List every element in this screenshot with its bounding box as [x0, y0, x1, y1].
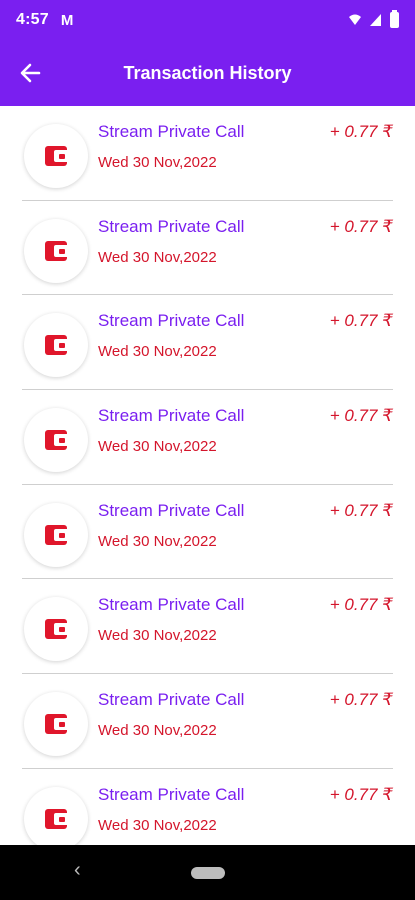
status-time: 4:57 — [16, 11, 49, 28]
wallet-icon — [45, 524, 67, 545]
transaction-amount: + 0.77 ₹ — [329, 690, 393, 710]
transaction-row[interactable]: Stream Private Call Wed 30 Nov,2022 + 0.… — [22, 769, 393, 845]
wallet-icon-circle — [24, 786, 88, 845]
transaction-row[interactable]: Stream Private Call Wed 30 Nov,2022 + 0.… — [22, 390, 393, 485]
transaction-row[interactable]: Stream Private Call Wed 30 Nov,2022 + 0.… — [22, 674, 393, 769]
status-bar: 4:57 M — [0, 0, 415, 40]
wallet-icon-circle — [24, 218, 88, 283]
transaction-date: Wed 30 Nov,2022 — [98, 532, 217, 550]
wallet-icon — [45, 714, 67, 735]
app-bar: Transaction History — [0, 40, 415, 106]
transaction-list[interactable]: Stream Private Call Wed 30 Nov,2022 + 0.… — [0, 106, 415, 845]
transaction-title: Stream Private Call — [98, 406, 245, 426]
wallet-icon — [45, 240, 67, 261]
arrow-back-icon — [20, 63, 41, 83]
transaction-date: Wed 30 Nov,2022 — [98, 343, 217, 361]
transaction-amount: + 0.77 ₹ — [329, 784, 393, 804]
transaction-title: Stream Private Call — [98, 122, 245, 141]
transaction-amount: + 0.77 ₹ — [329, 216, 393, 236]
transaction-amount: + 0.77 ₹ — [329, 500, 393, 520]
transaction-date: Wed 30 Nov,2022 — [98, 248, 217, 266]
transaction-title: Stream Private Call — [98, 784, 245, 804]
transaction-date: Wed 30 Nov,2022 — [98, 722, 217, 740]
page-title: Transaction History — [123, 62, 292, 83]
wallet-icon — [45, 335, 67, 356]
wallet-icon — [45, 146, 67, 166]
transaction-row[interactable]: Stream Private Call Wed 30 Nov,2022 + 0.… — [22, 485, 393, 580]
status-icons — [348, 10, 399, 28]
back-button[interactable] — [0, 40, 60, 106]
wallet-icon — [45, 619, 67, 640]
transaction-row[interactable]: Stream Private Call Wed 30 Nov,2022 + 0.… — [22, 201, 393, 296]
wallet-icon-circle — [24, 313, 88, 378]
wallet-icon-circle — [24, 502, 88, 567]
wallet-icon-circle — [24, 692, 88, 757]
transaction-date: Wed 30 Nov,2022 — [98, 438, 217, 456]
transaction-title: Stream Private Call — [98, 690, 245, 710]
transaction-amount: + 0.77 ₹ — [329, 595, 393, 615]
wallet-icon — [45, 808, 67, 829]
transaction-date: Wed 30 Nov,2022 — [98, 154, 217, 171]
wifi-icon — [349, 14, 361, 25]
transaction-amount: + 0.77 ₹ — [329, 122, 393, 141]
transaction-row[interactable]: Stream Private Call Wed 30 Nov,2022 + 0.… — [22, 106, 393, 201]
battery-icon — [390, 10, 399, 28]
wallet-icon — [45, 430, 67, 451]
nav-home-pill[interactable] — [190, 866, 225, 879]
transaction-title: Stream Private Call — [98, 216, 245, 236]
transaction-row[interactable]: Stream Private Call Wed 30 Nov,2022 + 0.… — [22, 295, 393, 391]
wallet-icon-circle — [24, 408, 88, 473]
transaction-title: Stream Private Call — [98, 311, 245, 331]
transaction-row[interactable]: Stream Private Call Wed 30 Nov,2022 + 0.… — [22, 579, 393, 675]
wallet-icon-circle — [24, 124, 88, 188]
transaction-date: Wed 30 Nov,2022 — [98, 627, 217, 645]
system-nav-bar: ‹ — [0, 845, 415, 900]
transaction-amount: + 0.77 ₹ — [329, 311, 393, 331]
transaction-title: Stream Private Call — [98, 595, 245, 615]
signal-icon — [370, 14, 381, 26]
transaction-date: Wed 30 Nov,2022 — [98, 816, 217, 834]
gmail-icon: M — [60, 11, 74, 29]
transaction-amount: + 0.77 ₹ — [329, 406, 393, 426]
wallet-icon-circle — [24, 597, 88, 662]
transaction-title: Stream Private Call — [98, 500, 245, 520]
nav-back-icon[interactable]: ‹ — [74, 859, 81, 882]
